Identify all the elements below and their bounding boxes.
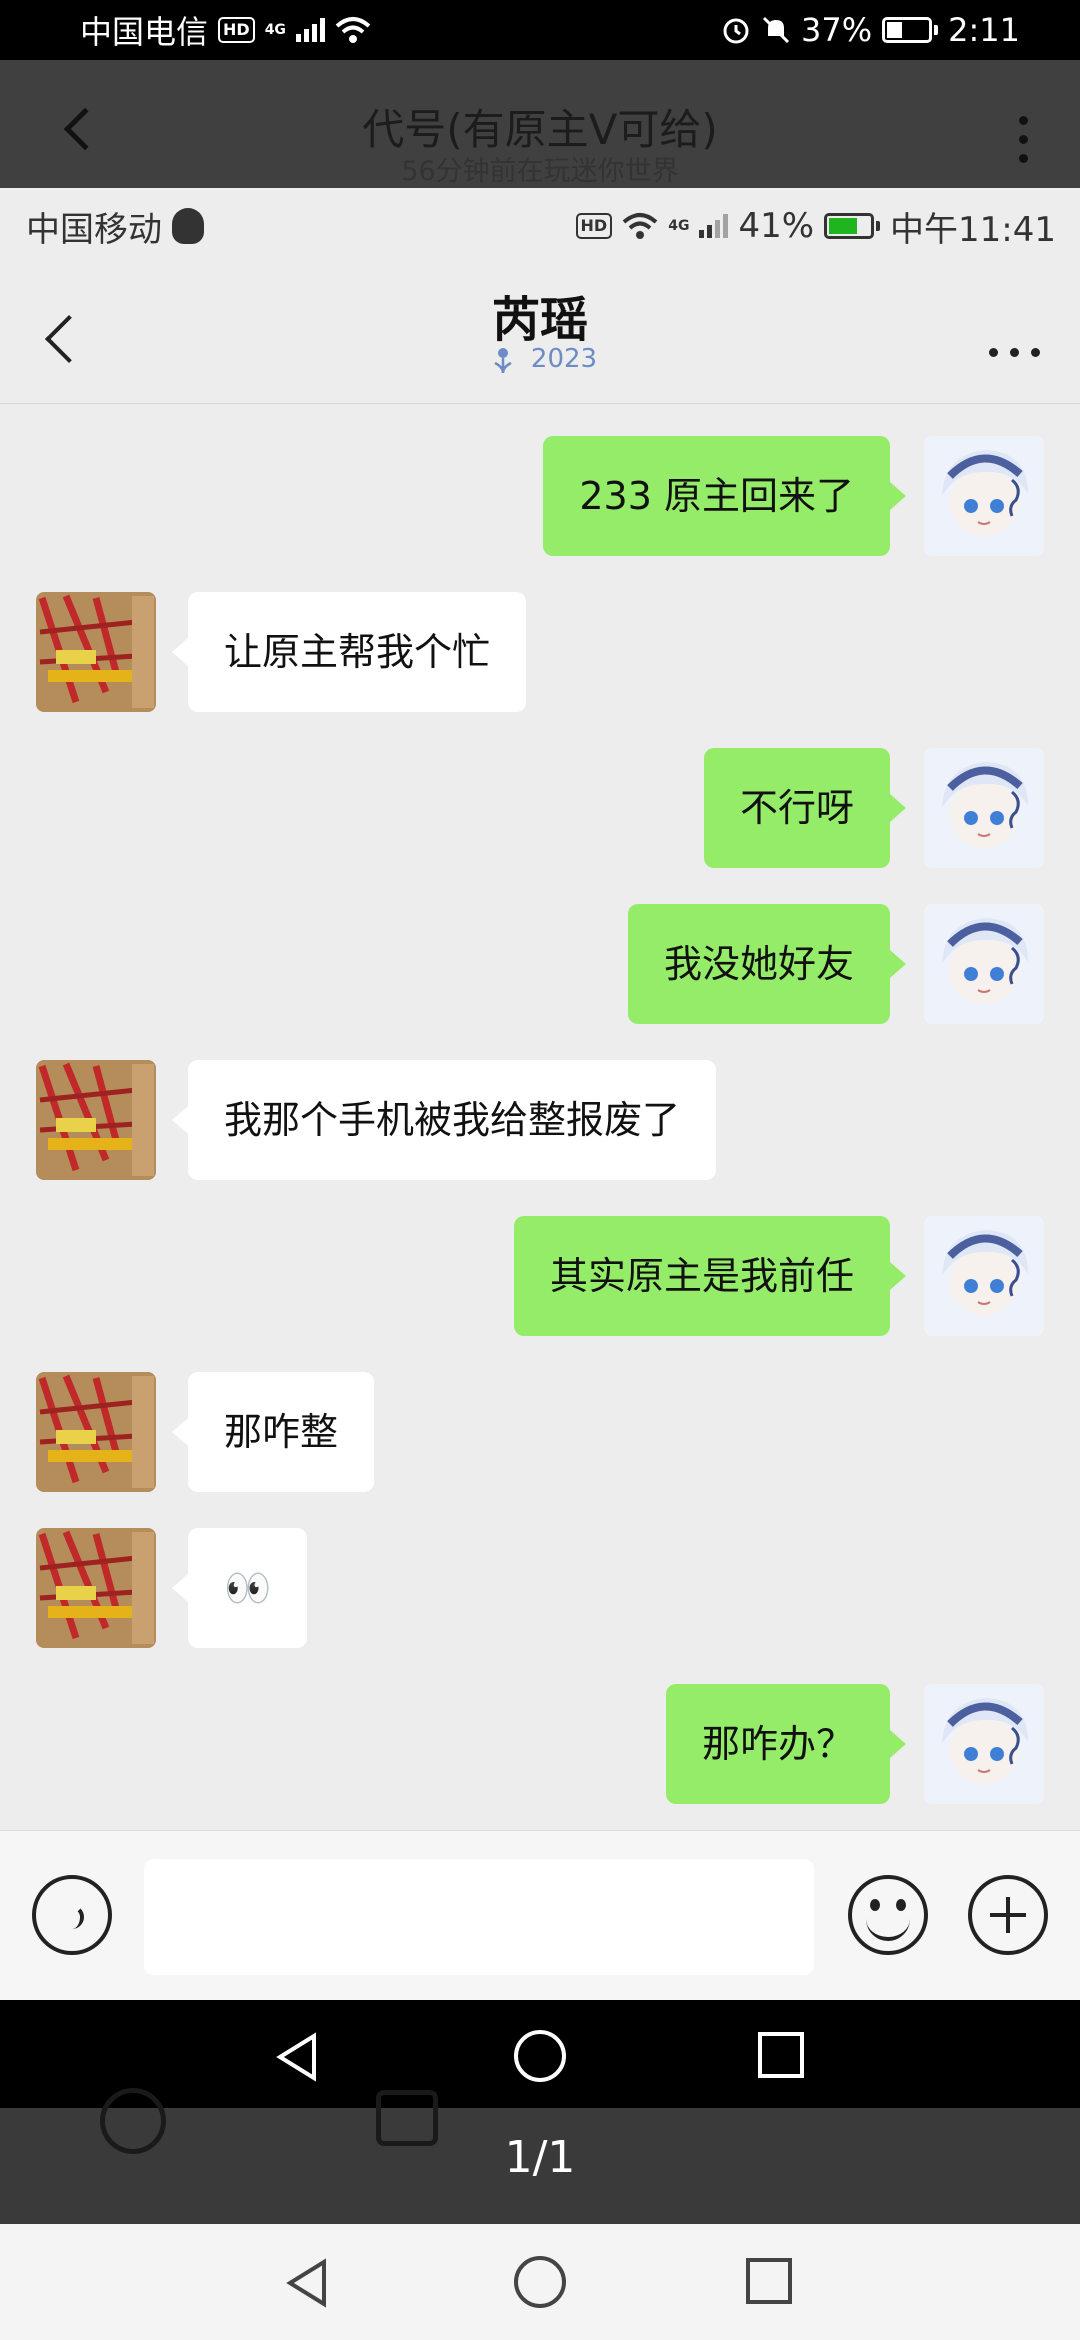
qq-icon [172, 208, 204, 244]
voice-icon[interactable] [32, 1875, 112, 1955]
inner-status-bar: 中国移动 HD 4G 41% 中午11:41 [0, 188, 1080, 264]
received-message-bubble[interactable]: 👀 [171, 1528, 308, 1648]
outer-title: 代号(有原主V可给) [362, 105, 718, 154]
page-indicator: 1/1 [504, 2132, 576, 2183]
inner-battery-icon [824, 213, 881, 239]
signal-icon [295, 18, 325, 42]
message-row: 我没她好友 [0, 904, 1080, 1024]
contact-avatar[interactable] [36, 1372, 156, 1492]
emoji-icon[interactable] [848, 1875, 928, 1955]
my-avatar[interactable] [924, 1684, 1044, 1804]
inner-signal-icon [699, 214, 729, 238]
contact-tag-year: 2023 [530, 344, 598, 374]
message-input[interactable] [144, 1859, 814, 1975]
my-avatar[interactable] [924, 436, 1044, 556]
sent-message-bubble[interactable]: 233 原主回来了 [543, 436, 906, 556]
battery-percent: 37% [801, 11, 873, 49]
outer-status-bar: 中国电信 HD 4G 37% 2:11 [0, 0, 1080, 60]
outer-header: 代号(有原主V可给) 56分钟前在玩迷你世界 [0, 60, 1080, 188]
received-message-bubble[interactable]: 那咋整 [171, 1372, 375, 1492]
nav-back-icon[interactable] [280, 2256, 334, 2310]
inner-wifi-icon [622, 213, 658, 239]
inner-clock: 中午11:41 [890, 209, 1056, 250]
contact-avatar[interactable] [36, 1060, 156, 1180]
sent-message-bubble[interactable]: 不行呀 [703, 748, 907, 868]
hd-icon: HD [218, 17, 255, 43]
inner-battery-percent: 41% [738, 206, 815, 246]
message-row: 👀 [0, 1528, 1080, 1648]
chat-screenshot: 中国移动 HD 4G 41% 中午11:41 芮瑶 2023 233 原主回来了… [0, 188, 1080, 2108]
inner-nav-bar [0, 2000, 1080, 2108]
contact-tag: 2023 [0, 344, 1080, 375]
outer-toolbar: 1/1 [0, 2088, 1080, 2224]
message-row: 233 原主回来了 [0, 436, 1080, 556]
message-row: 让原主帮我个忙 [0, 592, 1080, 712]
battery-icon [882, 17, 939, 43]
input-bar [0, 1830, 1080, 2020]
outer-nav-bar [0, 2224, 1080, 2340]
contact-avatar[interactable] [36, 1528, 156, 1648]
mute-icon [762, 16, 790, 44]
message-row: 不行呀 [0, 748, 1080, 868]
my-avatar[interactable] [924, 748, 1044, 868]
sent-message-bubble[interactable]: 我没她好友 [627, 904, 907, 1024]
received-message-bubble[interactable]: 让原主帮我个忙 [171, 592, 527, 712]
outer-subtitle: 56分钟前在玩迷你世界 [401, 156, 679, 187]
message-row: 其实原主是我前任 [0, 1216, 1080, 1336]
my-avatar[interactable] [924, 1216, 1044, 1336]
inner-carrier-label: 中国移动 [26, 209, 162, 250]
contact-avatar[interactable] [36, 592, 156, 712]
plus-icon[interactable] [968, 1875, 1048, 1955]
more-icon[interactable] [1019, 116, 1028, 163]
clock: 2:11 [948, 11, 1020, 49]
chat-more-icon[interactable] [989, 348, 1040, 357]
chat-header: 芮瑶 2023 [0, 264, 1080, 404]
message-row: 我那个手机被我给整报废了 [0, 1060, 1080, 1180]
inner-hd-icon: HD [575, 213, 613, 239]
nav-recent-icon[interactable] [744, 2256, 794, 2306]
contact-name: 芮瑶 [491, 292, 588, 348]
message-row: 那咋办？ [0, 1684, 1080, 1804]
inner-nav-home-icon[interactable] [512, 2028, 568, 2084]
flower-icon [483, 345, 523, 375]
inner-nav-recent-icon[interactable] [756, 2030, 806, 2080]
inner-network-type: 4G [668, 218, 690, 234]
inner-nav-back-icon[interactable] [270, 2030, 324, 2084]
my-avatar[interactable] [924, 904, 1044, 1024]
sent-message-bubble[interactable]: 那咋办？ [665, 1684, 907, 1804]
message-row: 那咋整 [0, 1372, 1080, 1492]
carrier-label: 中国电信 [80, 13, 209, 51]
nav-home-icon[interactable] [512, 2254, 568, 2310]
alarm-icon [723, 18, 749, 44]
network-type: 4G [264, 22, 286, 38]
received-message-bubble[interactable]: 我那个手机被我给整报废了 [171, 1060, 717, 1180]
sent-message-bubble[interactable]: 其实原主是我前任 [513, 1216, 907, 1336]
wifi-icon [335, 17, 371, 43]
